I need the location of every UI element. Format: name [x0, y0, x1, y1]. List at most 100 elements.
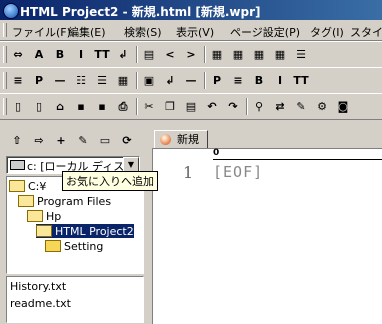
grid-icon[interactable]: ▦ — [114, 72, 132, 89]
tab-label: 新規 — [177, 133, 199, 146]
print-icon[interactable]: ⎙ — [114, 98, 132, 115]
menu-view[interactable]: 表示(V) — [176, 24, 214, 40]
open-folder-icon — [36, 225, 52, 237]
view-icon[interactable]: ◙ — [334, 98, 352, 115]
tree-node[interactable]: Setting — [45, 239, 103, 253]
toolbar-separator — [246, 98, 248, 115]
drive-icon — [10, 160, 25, 170]
tree-node[interactable]: HTML Project2 — [36, 224, 134, 238]
tree-node-label: Setting — [64, 239, 104, 253]
file-browser-pane: ⇧ ⇨ + ✎ ▭ ⟳ c: [ローカル ディスク ▼ お気に入りへ追加 C:¥ Progr… — [2, 128, 158, 323]
menu-bar: ファイル(F) 編集(E) 検索(S) 表示(V) ページ設定(P) タグ(I)… — [0, 20, 382, 41]
up-folder-icon[interactable]: ⇧ — [8, 132, 26, 149]
menu-tag[interactable]: タグ(I) — [310, 24, 344, 40]
add-favorite-icon[interactable]: + — [52, 132, 70, 149]
line-icon[interactable]: — — [182, 72, 200, 89]
edit-favorite-icon[interactable]: ✎ — [74, 132, 92, 149]
bullet-list-icon[interactable]: ☷ — [72, 72, 90, 89]
paragraph-icon[interactable]: P — [30, 72, 48, 89]
tooltip-add-favorite: お気に入りへ追加 — [62, 171, 158, 191]
toolbar-grip[interactable] — [3, 72, 7, 89]
table3-icon[interactable]: ▦ — [250, 46, 268, 63]
open-folder-icon — [18, 195, 34, 207]
break-icon[interactable]: ↲ — [161, 72, 179, 89]
refresh-icon[interactable]: ⟳ — [118, 132, 136, 149]
right-angle-icon[interactable]: > — [182, 46, 200, 63]
replace-icon[interactable]: ⇄ — [271, 98, 289, 115]
cut-icon[interactable]: ✂ — [140, 98, 158, 115]
menu-search[interactable]: 検索(S) — [124, 24, 162, 40]
tree-node-label: Program Files — [37, 194, 112, 208]
menu-edit[interactable]: 編集(E) — [68, 24, 106, 40]
toolbar-separator — [204, 46, 206, 63]
bold-icon[interactable]: B — [51, 46, 69, 63]
ruler-zero: 0 — [213, 148, 220, 158]
grep-icon[interactable]: ✎ — [292, 98, 310, 115]
settings-icon[interactable]: ⚙ — [313, 98, 331, 115]
tab-strip: 新規 — [150, 128, 382, 148]
tab-new-document[interactable]: 新規 — [154, 130, 208, 148]
menu-file[interactable]: ファイル(F) — [12, 24, 71, 40]
image-icon[interactable]: ▣ — [140, 72, 158, 89]
tree-node[interactable]: Program Files — [18, 194, 111, 208]
tree-node[interactable]: Hp — [27, 209, 61, 223]
window-title: HTML Project2 - 新規.html [新規.wpr] — [20, 5, 261, 19]
toolbar-grip[interactable] — [3, 46, 7, 63]
app-icon[interactable] — [3, 3, 19, 19]
menu-page-settings[interactable]: ページ設定(P) — [230, 24, 300, 40]
document-icon — [160, 134, 171, 145]
strike-a-icon[interactable]: A — [30, 46, 48, 63]
toolbar-separator — [136, 46, 138, 63]
open-icon[interactable]: ⌂ — [51, 98, 69, 115]
new2-icon[interactable]: ▯ — [30, 98, 48, 115]
bold2-icon[interactable]: B — [250, 72, 268, 89]
tree-node[interactable]: C:¥ — [9, 179, 46, 193]
return-icon[interactable]: ↲ — [114, 46, 132, 63]
editor-area: 新規 0 1 [EOF] — [150, 128, 382, 324]
text-editor[interactable]: 0 1 [EOF] — [152, 148, 382, 324]
table4-icon[interactable]: ▦ — [271, 46, 289, 63]
table2-icon[interactable]: ▦ — [229, 46, 247, 63]
arrows-icon[interactable]: ⇔ — [9, 46, 27, 63]
italic2-icon[interactable]: I — [271, 72, 289, 89]
hr-icon[interactable]: — — [51, 72, 69, 89]
align-icon[interactable]: ≡ — [9, 72, 27, 89]
numbered-list-icon[interactable]: ☰ — [93, 72, 111, 89]
open-folder-icon — [9, 180, 25, 192]
save-icon[interactable]: ▪ — [72, 98, 90, 115]
copy-icon[interactable]: ❐ — [161, 98, 179, 115]
toolbar-separator — [136, 72, 138, 89]
table-icon[interactable]: ▦ — [208, 46, 226, 63]
column-ruler: 0 — [213, 148, 382, 160]
tree-node-label: HTML Project2 — [55, 224, 134, 238]
file-list[interactable]: History.txt readme.txt — [6, 276, 144, 323]
toolbar-grip[interactable] — [3, 98, 7, 115]
redo-icon[interactable]: ↷ — [224, 98, 242, 115]
eof-marker: [EOF] — [213, 163, 264, 181]
menu-style[interactable]: スタイル — [350, 24, 382, 40]
saveall-icon[interactable]: ▪ — [93, 98, 111, 115]
new-icon[interactable]: ▯ — [9, 98, 27, 115]
forward-icon[interactable]: ⇨ — [30, 132, 48, 149]
tree-node-label: Hp — [46, 209, 62, 223]
paste-icon[interactable]: ▤ — [182, 98, 200, 115]
file-item[interactable]: History.txt — [10, 280, 66, 293]
find-icon[interactable]: ⚲ — [250, 98, 268, 115]
teletype-icon[interactable]: TT — [93, 46, 111, 63]
toolbar-format: ≡ P — ☷ ☰ ▦ ▣ ↲ — P ≡ B I TT — [0, 67, 382, 94]
title-bar: HTML Project2 - 新規.html [新規.wpr] — [0, 0, 382, 20]
undo-icon[interactable]: ↶ — [203, 98, 221, 115]
list-icon[interactable]: ▤ — [140, 46, 158, 63]
italic-icon[interactable]: I — [72, 46, 90, 63]
file-item[interactable]: readme.txt — [10, 297, 71, 310]
list2-icon[interactable]: ☰ — [292, 46, 310, 63]
teletype2-icon[interactable]: TT — [292, 72, 310, 89]
toolbar-standard: ▯ ▯ ⌂ ▪ ▪ ⎙ ✂ ❐ ▤ ↶ ↷ ⚲ ⇄ ✎ ⚙ ◙ — [0, 93, 382, 120]
align-right-icon[interactable]: ≡ — [229, 72, 247, 89]
p-icon[interactable]: P — [208, 72, 226, 89]
menubar-grip[interactable] — [3, 23, 7, 37]
toolbar-separator — [136, 98, 138, 115]
favorite-folder-icon[interactable]: ▭ — [96, 132, 114, 149]
open-folder-icon — [27, 210, 43, 222]
left-angle-icon[interactable]: < — [161, 46, 179, 63]
